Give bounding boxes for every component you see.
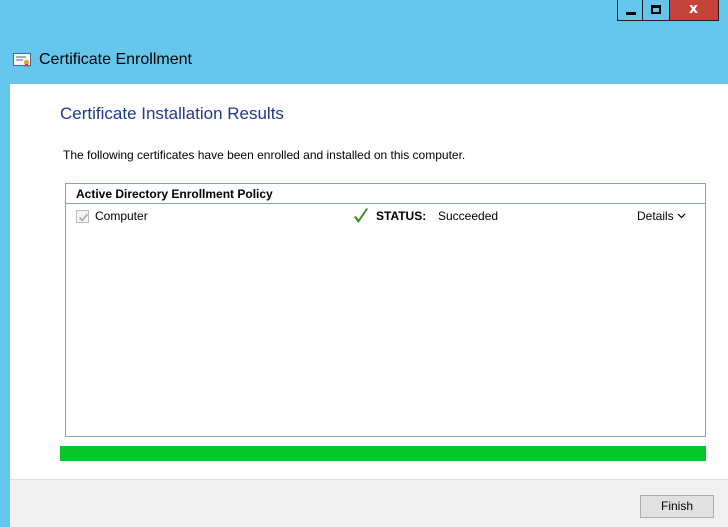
certificate-name: Computer xyxy=(95,209,148,223)
green-checkmark-icon xyxy=(354,208,368,223)
content-panel: Certificate Installation Results The fol… xyxy=(10,84,728,527)
app-header: Certificate Enrollment xyxy=(0,36,728,84)
certificate-checkbox[interactable] xyxy=(76,210,89,223)
status-value: Succeeded xyxy=(438,209,499,223)
finish-button[interactable]: Finish xyxy=(640,495,714,518)
certificate-enrollment-window: x Certificate Enrollment Certificate Ins… xyxy=(0,0,728,527)
page-title: Certificate Installation Results xyxy=(60,104,284,123)
window-title: Certificate Enrollment xyxy=(39,51,192,68)
certificate-row: Computer STATUS: Succeeded Details xyxy=(66,204,705,230)
minimize-button[interactable] xyxy=(617,0,643,21)
details-toggle[interactable]: Details xyxy=(637,209,686,223)
close-button[interactable]: x xyxy=(670,0,719,21)
certificate-icon xyxy=(13,53,31,67)
title-bar: x xyxy=(0,0,728,36)
maximize-button[interactable] xyxy=(643,0,670,21)
checkmark-icon xyxy=(78,213,89,222)
policy-group-header: Active Directory Enrollment Policy xyxy=(66,184,705,204)
details-label: Details xyxy=(637,209,674,223)
maximize-icon xyxy=(651,5,661,14)
status-label: STATUS: xyxy=(376,209,427,223)
progress-bar xyxy=(60,446,706,461)
close-icon: x xyxy=(688,1,699,17)
progress-bar-fill xyxy=(60,446,706,461)
chevron-down-icon xyxy=(677,213,686,219)
footer-bar: Finish xyxy=(10,479,728,527)
certificate-list: Active Directory Enrollment Policy Compu… xyxy=(65,183,706,437)
policy-group-title: Active Directory Enrollment Policy xyxy=(76,187,273,201)
page-description: The following certificates have been enr… xyxy=(63,148,466,162)
minimize-icon xyxy=(626,12,636,15)
